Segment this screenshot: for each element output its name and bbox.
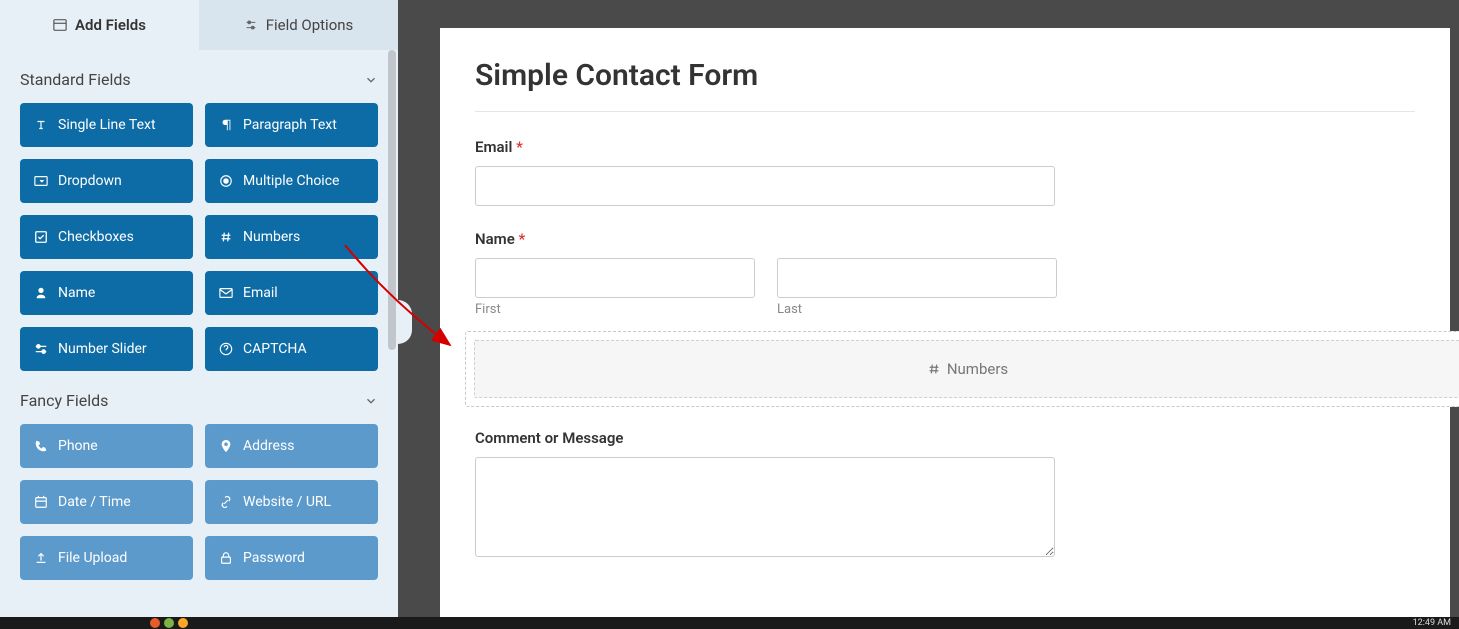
help-icon (219, 342, 233, 356)
required-indicator: * (516, 138, 523, 156)
text-icon (34, 118, 48, 132)
window-icon (53, 18, 67, 32)
field-captcha[interactable]: CAPTCHA (205, 327, 378, 371)
tab-add-fields[interactable]: Add Fields (0, 0, 199, 50)
hash-icon (927, 362, 941, 376)
field-label-comment: Comment or Message (475, 429, 1415, 447)
sliders-icon (244, 18, 258, 32)
field-label: Numbers (243, 229, 300, 245)
hash-icon (219, 230, 233, 244)
form-field-name[interactable]: Name * First Last (475, 230, 1415, 317)
name-last-col: Last (777, 258, 1057, 317)
field-website-url[interactable]: Website / URL (205, 480, 378, 524)
field-label: Password (243, 550, 305, 566)
field-label-email: Email * (475, 138, 1415, 156)
field-paragraph-text[interactable]: Paragraph Text (205, 103, 378, 147)
link-icon (219, 495, 233, 509)
user-icon (34, 286, 48, 300)
chevron-down-icon (364, 394, 378, 408)
section-label: Standard Fields (20, 70, 131, 89)
field-address[interactable]: Address (205, 424, 378, 468)
fancy-fields-grid: Phone Address Date / Time Website / URL … (20, 424, 378, 580)
field-label: File Upload (58, 550, 127, 566)
field-phone[interactable]: Phone (20, 424, 193, 468)
sidebar: Add Fields Field Options Standard Fields… (0, 0, 398, 617)
calendar-icon (34, 495, 48, 509)
field-number-slider[interactable]: Number Slider (20, 327, 193, 371)
lock-icon (219, 551, 233, 565)
sidebar-scrollbar[interactable] (388, 50, 396, 610)
email-input[interactable] (475, 166, 1055, 206)
field-name[interactable]: Name (20, 271, 193, 315)
scrollbar-thumb[interactable] (388, 50, 396, 350)
dropdown-icon (34, 174, 48, 188)
taskbar-time: 12:49 AM (1413, 618, 1451, 628)
section-fancy-fields[interactable]: Fancy Fields (20, 371, 378, 424)
chevron-down-icon (364, 73, 378, 87)
field-multiple-choice[interactable]: Multiple Choice (205, 159, 378, 203)
field-label: Dropdown (58, 173, 122, 189)
field-numbers[interactable]: Numbers (205, 215, 378, 259)
field-label: Number Slider (58, 341, 147, 357)
last-sublabel: Last (777, 302, 1057, 317)
required-indicator: * (519, 230, 526, 248)
field-label: Checkboxes (58, 229, 134, 245)
first-name-input[interactable] (475, 258, 755, 298)
last-name-input[interactable] (777, 258, 1057, 298)
field-label: Single Line Text (58, 117, 156, 133)
field-file-upload[interactable]: File Upload (20, 536, 193, 580)
slider-icon (34, 342, 48, 356)
tab-label: Add Fields (75, 16, 146, 34)
field-date-time[interactable]: Date / Time (20, 480, 193, 524)
taskbar[interactable]: 12:49 AM (0, 617, 1459, 629)
comment-textarea[interactable] (475, 457, 1055, 557)
tab-label: Field Options (266, 16, 354, 34)
drop-zone[interactable]: Numbers (465, 331, 1459, 407)
mail-icon (219, 286, 233, 300)
field-label: Phone (58, 438, 98, 454)
form-canvas: Simple Contact Form Email * Name * First (410, 0, 1459, 617)
pin-icon (219, 439, 233, 453)
drop-zone-label: Numbers (947, 360, 1008, 378)
field-label: Name (58, 285, 95, 301)
paragraph-icon (219, 118, 233, 132)
field-label: CAPTCHA (243, 341, 307, 357)
form-title: Simple Contact Form (475, 58, 1415, 112)
field-label: Address (243, 438, 294, 454)
field-label: Website / URL (243, 494, 331, 510)
sidebar-content: Standard Fields Single Line Text Paragra… (0, 50, 398, 617)
first-sublabel: First (475, 302, 755, 317)
field-dropdown[interactable]: Dropdown (20, 159, 193, 203)
name-first-col: First (475, 258, 755, 317)
standard-fields-grid: Single Line Text Paragraph Text Dropdown… (20, 103, 378, 371)
field-label: Multiple Choice (243, 173, 339, 189)
drop-zone-inner: Numbers (474, 340, 1459, 398)
check-icon (34, 230, 48, 244)
sidebar-tabs: Add Fields Field Options (0, 0, 398, 50)
form-preview[interactable]: Simple Contact Form Email * Name * First (440, 28, 1450, 618)
field-password[interactable]: Password (205, 536, 378, 580)
field-label: Email (243, 285, 278, 301)
field-email[interactable]: Email (205, 271, 378, 315)
section-label: Fancy Fields (20, 391, 108, 410)
phone-icon (34, 439, 48, 453)
name-row: First Last (475, 258, 1415, 317)
field-label: Date / Time (58, 494, 131, 510)
field-label-name: Name * (475, 230, 1415, 248)
field-label: Paragraph Text (243, 117, 337, 133)
radio-icon (219, 174, 233, 188)
upload-icon (34, 551, 48, 565)
field-single-line-text[interactable]: Single Line Text (20, 103, 193, 147)
section-standard-fields[interactable]: Standard Fields (20, 50, 378, 103)
tab-field-options[interactable]: Field Options (199, 0, 398, 50)
field-checkboxes[interactable]: Checkboxes (20, 215, 193, 259)
taskbar-tray-icons (150, 618, 188, 628)
form-field-comment[interactable]: Comment or Message (475, 429, 1415, 561)
form-field-email[interactable]: Email * (475, 138, 1415, 206)
